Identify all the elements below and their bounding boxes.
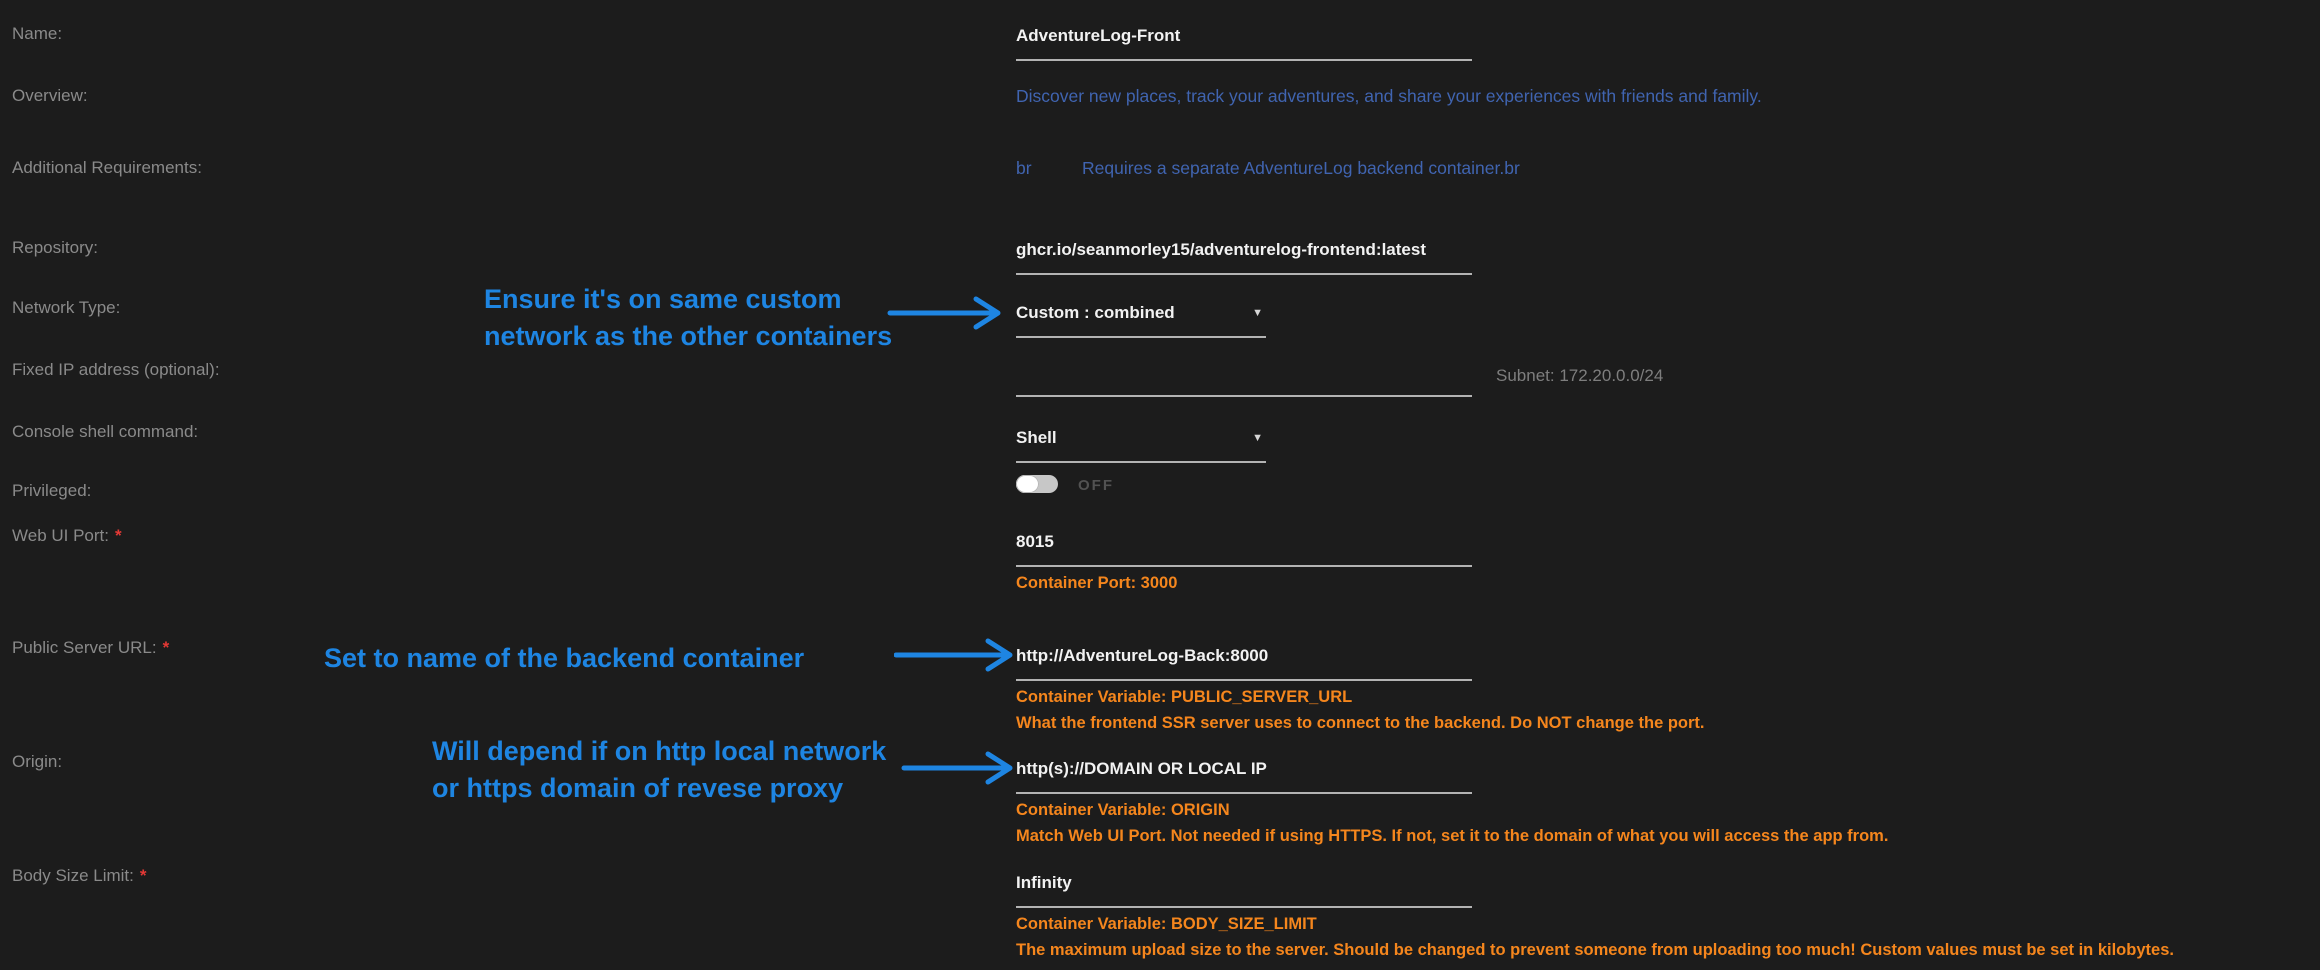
privileged-toggle[interactable]	[1016, 475, 1058, 493]
origin-input[interactable]: http(s)://DOMAIN OR LOCAL IP	[1016, 759, 1472, 794]
body-size-limit-label: Body Size Limit: *	[12, 866, 147, 886]
fixed-ip-label: Fixed IP address (optional):	[12, 360, 220, 380]
network-type-selected-value: Custom : combined	[1016, 303, 1175, 323]
origin-help-var: Container Variable: ORIGIN	[1016, 797, 1888, 823]
additional-requirements-prefix: br	[1016, 158, 1032, 179]
overview-label: Overview:	[12, 86, 88, 106]
annotation-origin-line1: Will depend if on http local network	[432, 733, 886, 770]
public-server-url-help: Container Variable: PUBLIC_SERVER_URL Wh…	[1016, 684, 1705, 736]
body-size-limit-input[interactable]: Infinity	[1016, 873, 1472, 908]
additional-requirements-label: Additional Requirements:	[12, 158, 202, 178]
fixed-ip-input[interactable]	[1016, 362, 1472, 397]
body-size-limit-help-var: Container Variable: BODY_SIZE_LIMIT	[1016, 911, 2174, 937]
web-ui-port-label: Web UI Port: *	[12, 526, 122, 546]
public-server-url-label: Public Server URL: *	[12, 638, 169, 658]
annotation-arrow-icon	[884, 291, 1014, 335]
console-shell-select[interactable]: Shell ▼	[1016, 428, 1266, 463]
public-server-url-help-var: Container Variable: PUBLIC_SERVER_URL	[1016, 684, 1705, 710]
privileged-toggle-state: OFF	[1078, 477, 1114, 494]
name-label: Name:	[12, 24, 62, 44]
container-template-form: Name: AdventureLog-Front Overview: Disco…	[0, 0, 2320, 970]
origin-help-desc: Match Web UI Port. Not needed if using H…	[1016, 823, 1888, 849]
subnet-note: Subnet: 172.20.0.0/24	[1496, 366, 1663, 386]
required-marker: *	[115, 526, 122, 545]
annotation-arrow-icon	[894, 633, 1024, 677]
origin-label: Origin:	[12, 752, 62, 772]
name-input[interactable]: AdventureLog-Front	[1016, 26, 1472, 61]
repository-input[interactable]: ghcr.io/seanmorley15/adventurelog-fronte…	[1016, 240, 1472, 275]
annotation-origin: Will depend if on http local network or …	[432, 733, 886, 807]
web-ui-port-input[interactable]: 8015	[1016, 532, 1472, 567]
annotation-network: Ensure it's on same custom network as th…	[484, 281, 892, 355]
repository-label: Repository:	[12, 238, 98, 258]
network-type-label: Network Type:	[12, 298, 120, 318]
additional-requirements-text: Requires a separate AdventureLog backend…	[1082, 158, 1520, 179]
required-marker: *	[140, 866, 147, 885]
chevron-down-icon: ▼	[1252, 303, 1266, 323]
privileged-label: Privileged:	[12, 481, 91, 501]
console-shell-selected-value: Shell	[1016, 428, 1057, 448]
body-size-limit-label-text: Body Size Limit:	[12, 866, 134, 885]
origin-help: Container Variable: ORIGIN Match Web UI …	[1016, 797, 1888, 849]
annotation-arrow-icon	[894, 746, 1024, 790]
annotation-network-line1: Ensure it's on same custom	[484, 281, 892, 318]
console-shell-label: Console shell command:	[12, 422, 198, 442]
chevron-down-icon: ▼	[1252, 428, 1266, 448]
required-marker: *	[163, 638, 170, 657]
web-ui-port-help: Container Port: 3000	[1016, 570, 1177, 596]
annotation-public-server-url: Set to name of the backend container	[324, 640, 804, 677]
network-type-select[interactable]: Custom : combined ▼	[1016, 303, 1266, 338]
annotation-network-line2: network as the other containers	[484, 318, 892, 355]
public-server-url-label-text: Public Server URL:	[12, 638, 157, 657]
body-size-limit-help-desc: The maximum upload size to the server. S…	[1016, 937, 2174, 963]
public-server-url-input[interactable]: http://AdventureLog-Back:8000	[1016, 646, 1472, 681]
toggle-knob	[1016, 475, 1039, 493]
annotation-origin-line2: or https domain of revese proxy	[432, 770, 886, 807]
public-server-url-help-desc: What the frontend SSR server uses to con…	[1016, 710, 1705, 736]
body-size-limit-help: Container Variable: BODY_SIZE_LIMIT The …	[1016, 911, 2174, 963]
web-ui-port-label-text: Web UI Port:	[12, 526, 109, 545]
overview-text: Discover new places, track your adventur…	[1016, 86, 1762, 107]
annotation-public-server-url-line1: Set to name of the backend container	[324, 640, 804, 677]
